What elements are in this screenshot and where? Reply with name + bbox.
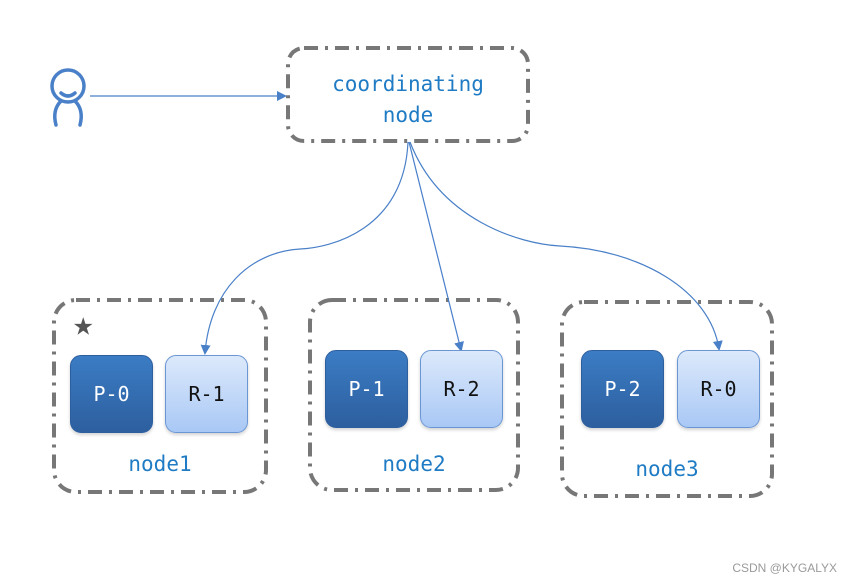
coordinating-node-label-line2: node — [382, 103, 434, 127]
node2-label: node2 — [382, 452, 446, 476]
edge-coordinator-node1 — [200, 141, 409, 355]
user-icon — [50, 68, 86, 127]
shard-replica: R-1 — [165, 355, 248, 433]
shard-primary: P-2 — [581, 350, 664, 428]
master-star-icon: ★ — [73, 304, 94, 344]
shard-replica: R-0 — [677, 350, 760, 428]
edge-coordinator-node2 — [408, 141, 464, 352]
shard-primary: P-1 — [325, 350, 408, 428]
node3-label: node3 — [635, 457, 699, 481]
node1-label: node1 — [128, 452, 192, 476]
edge-coordinator-node3 — [409, 141, 723, 351]
watermark: CSDN @KYGALYX — [732, 561, 837, 575]
shard-primary: P-0 — [70, 355, 153, 433]
shard-replica: R-2 — [420, 350, 503, 428]
coordinating-node-label: coordinating — [332, 72, 484, 96]
